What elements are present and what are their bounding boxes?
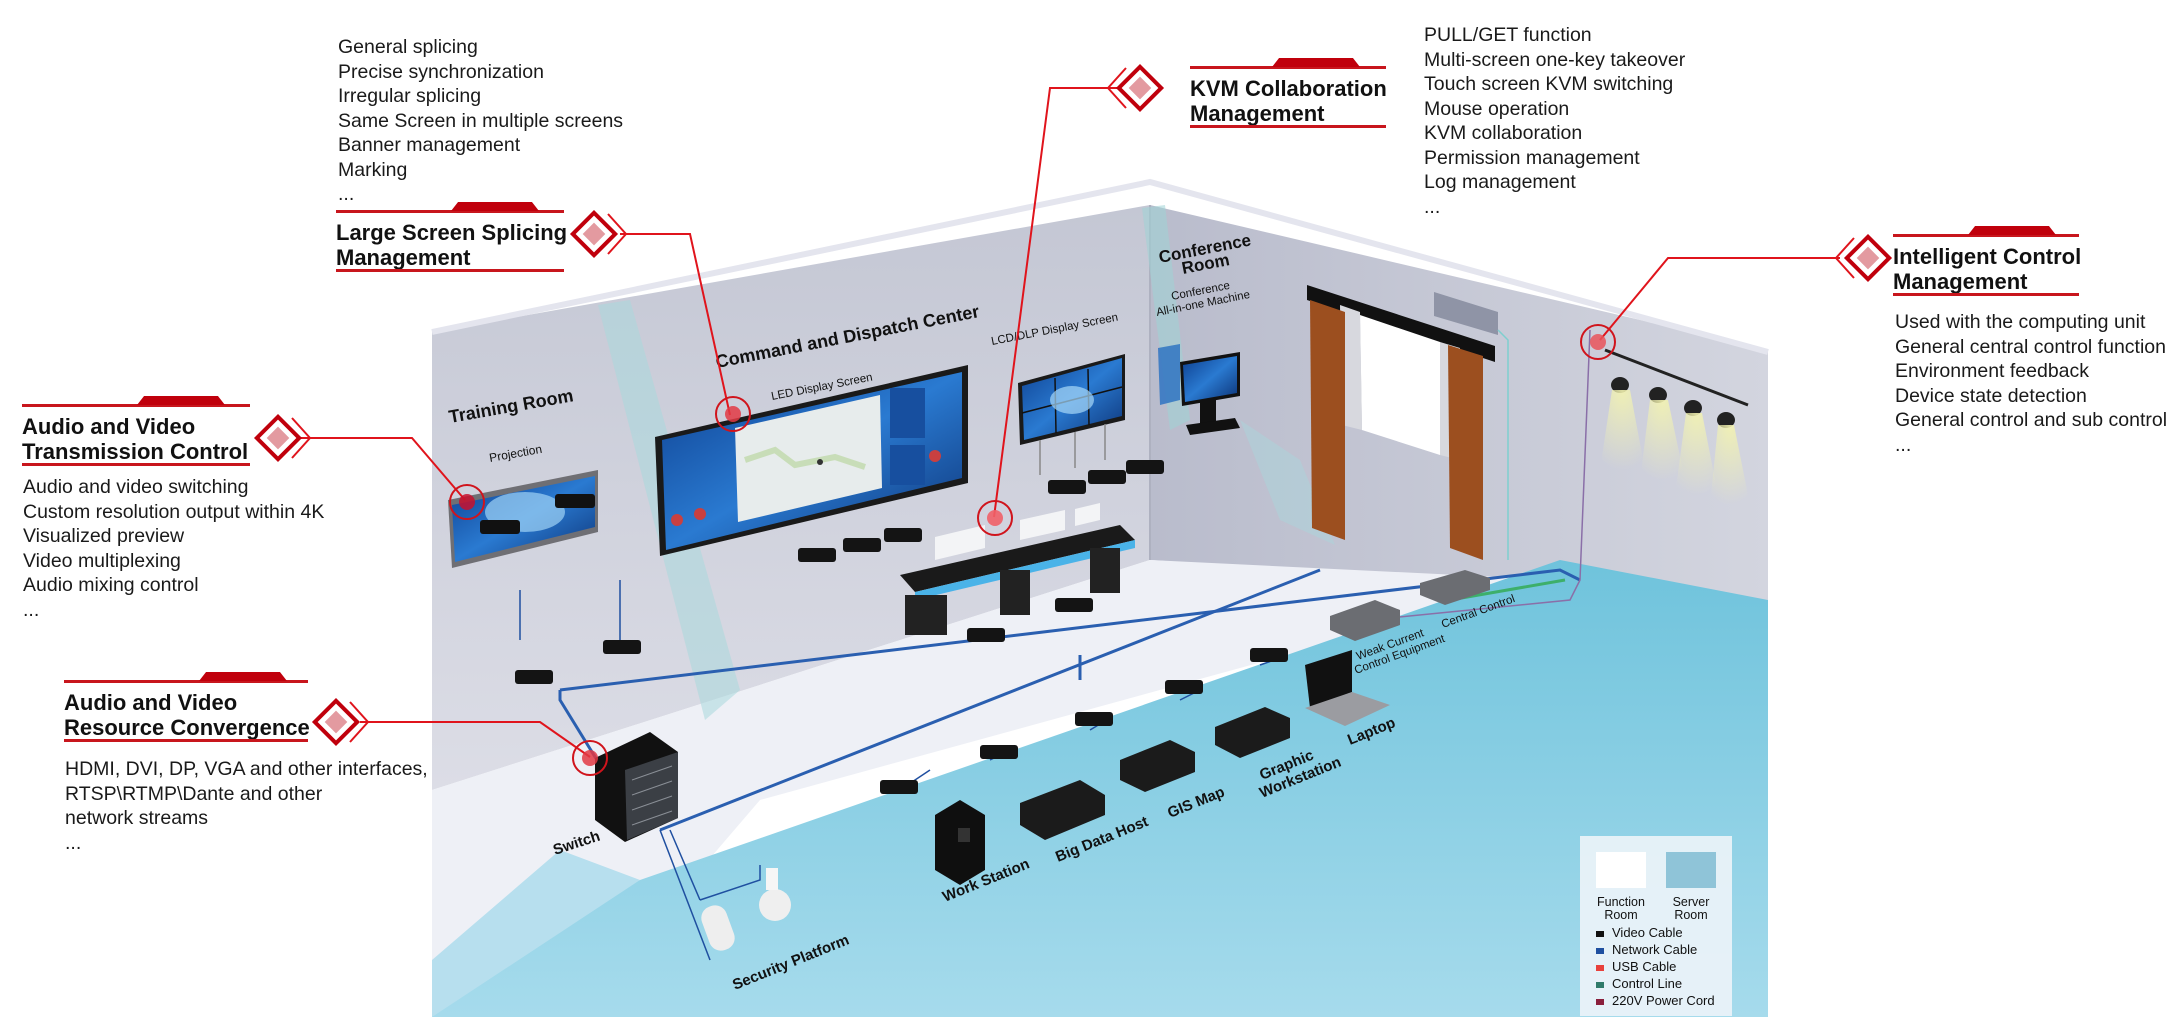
feature-item: Device state detection [1895,384,2087,407]
feature-item: General control and sub control [1895,409,2168,431]
module-title: Audio and Video Transmission Control [22,414,249,464]
feature-item: Banner management [338,134,521,156]
legend-swatch-server-room [1666,852,1716,888]
feature-item: RTSP\RTMP\Dante and other [65,782,323,805]
feature-list-intelligent-control: Used with the computing unit General cen… [1895,310,2167,457]
module-title: Large Screen Splicing Management [336,220,568,270]
feature-item: Audio mixing control [23,574,199,596]
legend-color-icon [1596,947,1604,954]
module-title: Audio and Video Resource Convergence [64,690,310,740]
feature-item: ... [1895,433,1912,456]
feature-item: PULL/GET function [1424,24,1592,46]
legend-color-icon [1596,930,1604,937]
feature-item: Marking [338,158,408,181]
title-block-kvm: KVM Collaboration Management [1190,58,1387,128]
feature-item: Custom resolution output within 4K [23,500,325,523]
feature-item: Precise synchronization [338,60,544,83]
feature-item: Mouse operation [1424,97,1570,120]
legend-item-power-cord: 220V Power Cord [1596,992,1715,1009]
title-block-av-transmission: Audio and Video Transmission Control [22,396,250,466]
feature-item: Used with the computing unit [1895,311,2146,333]
legend-item-usb-cable: USB Cable [1596,958,1676,975]
legend: Function Room Server Room Video Cable Netw… [1580,836,1732,1016]
diamond-icon [1834,233,1893,283]
feature-item: HDMI, DVI, DP, VGA and other interfaces, [65,758,428,780]
module-title: Intelligent Control Management [1893,244,2082,294]
feature-item: Touch screen KVM switching [1424,73,1674,95]
feature-item: ... [65,831,82,854]
feature-list-av-resource: HDMI, DVI, DP, VGA and other interfaces,… [65,757,428,855]
feature-list-large-screen: General splicing Precise synchronization… [338,35,623,207]
feature-item: Video multiplexing [23,549,181,572]
feature-item: ... [1424,195,1441,218]
legend-color-icon [1596,981,1604,988]
feature-item: Permission management [1424,146,1640,169]
legend-item-control-line: Control Line [1596,975,1682,992]
legend-label-function-room: Function Room [1597,895,1645,922]
feature-item: Log management [1424,171,1576,193]
feature-item: KVM collaboration [1424,122,1583,144]
module-title: KVM Collaboration Management [1190,76,1387,126]
feature-item: Same Screen in multiple screens [338,109,624,132]
feature-item: network streams [65,807,209,829]
feature-item: Environment feedback [1895,360,2090,382]
feature-item: ... [23,598,40,621]
control-room-scene: Training Room Projection Command and Dis… [253,63,1893,1017]
feature-list-kvm: PULL/GET function Multi-screen one-key t… [1424,23,1685,219]
legend-color-icon [1596,964,1604,971]
diamond-icon [569,209,628,259]
feature-list-av-transmission: Audio and video switching Custom resolut… [23,475,324,622]
legend-label-server-room: Server Room [1672,895,1710,922]
diamond-icon [1106,63,1165,113]
title-block-large-screen: Large Screen Splicing Management [336,202,568,272]
legend-item-video-cable: Video Cable [1596,924,1683,941]
feature-item: Audio and video switching [23,476,249,498]
feature-item: General central control function [1895,335,2166,358]
feature-item: Irregular splicing [338,85,482,107]
diamond-icon [253,413,312,463]
legend-item-network-cable: Network Cable [1596,941,1697,958]
work-station-tower [935,800,985,885]
title-block-av-resource: Audio and Video Resource Convergence [64,672,310,742]
title-block-intelligent-control: Intelligent Control Management [1893,226,2082,296]
feature-item: General splicing [338,36,478,58]
feature-item: Multi-screen one-key takeover [1424,48,1686,71]
legend-swatch-function-room [1596,852,1646,888]
feature-item: Visualized preview [23,525,185,547]
legend-color-icon [1596,998,1604,1005]
diamond-icon [311,697,370,747]
